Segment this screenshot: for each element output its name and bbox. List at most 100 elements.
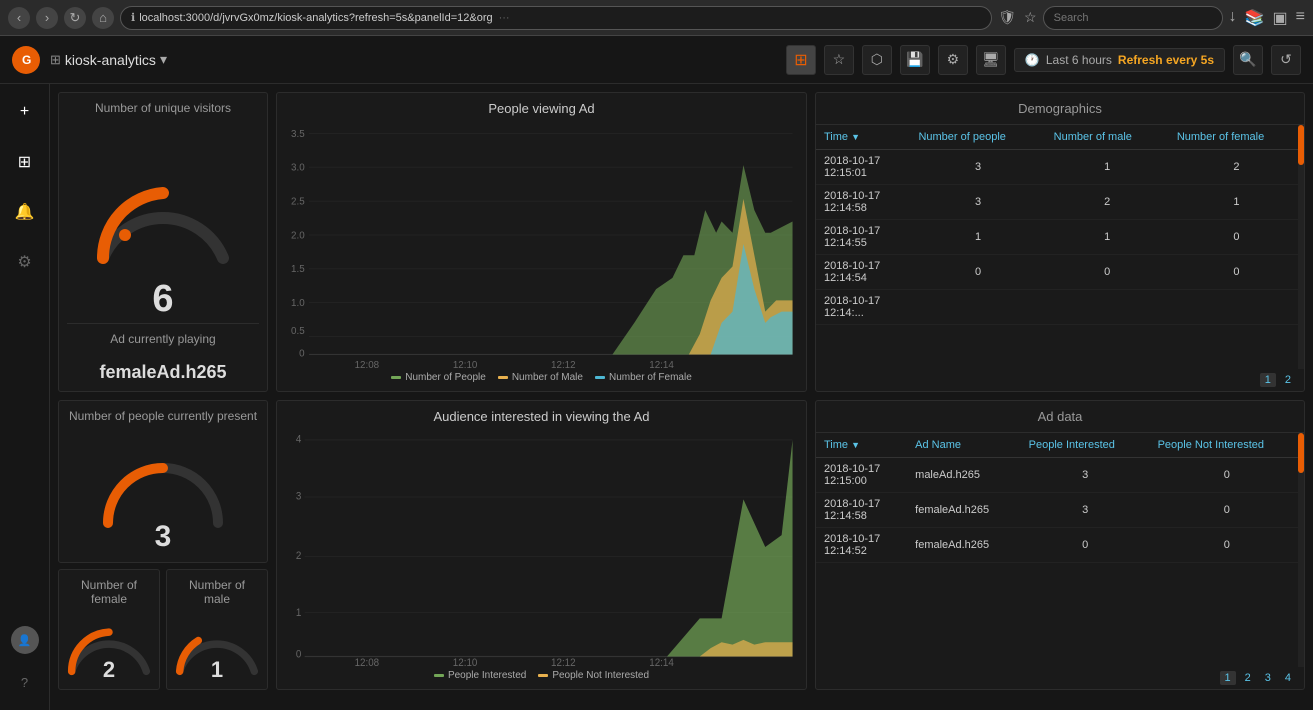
help-icon[interactable]: ? xyxy=(7,664,43,700)
demographics-scrollbar[interactable] xyxy=(1298,125,1304,369)
unique-visitors-title: Number of unique visitors xyxy=(67,101,259,115)
download-icon[interactable]: ↓ xyxy=(1229,8,1237,28)
cell-not-interested: 0 xyxy=(1150,458,1304,493)
ad-page-3-btn[interactable]: 3 xyxy=(1260,671,1276,685)
ad-data-scrollbar[interactable] xyxy=(1298,433,1304,667)
refresh-button[interactable]: ↺ xyxy=(1271,45,1301,75)
ad-col-name[interactable]: Ad Name xyxy=(907,433,1021,458)
cell-male: 1 xyxy=(1046,220,1169,255)
page-1-btn[interactable]: 1 xyxy=(1260,373,1276,387)
table-row: 2018-10-1712:14:52 femaleAd.h265 0 0 xyxy=(816,528,1304,563)
panel-present: Number of people currently present 3 xyxy=(58,400,268,563)
audience-chart: 4 3 2 1 0 12:08 12:10 12:12 12:14 xyxy=(285,428,798,666)
cell-interested: 0 xyxy=(1021,528,1150,563)
table-row: 2018-10-1712:14:54 0 0 0 xyxy=(816,255,1304,290)
search-button[interactable]: 🔍 xyxy=(1233,45,1263,75)
grafana-logo: G xyxy=(12,46,40,74)
female-title: Number of female xyxy=(67,578,151,606)
browser-icons: 🛡 ☆ xyxy=(998,9,1036,26)
demographics-scrollbar-thumb[interactable] xyxy=(1298,125,1304,165)
female-value: 2 xyxy=(103,657,115,683)
ad-page-1-btn[interactable]: 1 xyxy=(1220,671,1236,685)
col-people[interactable]: Number of people xyxy=(910,125,1045,150)
cell-ad-name: femaleAd.h265 xyxy=(907,493,1021,528)
svg-text:12:08: 12:08 xyxy=(355,658,380,666)
col-time[interactable]: Time ▼ xyxy=(816,125,910,150)
back-button[interactable]: ‹ xyxy=(8,7,30,29)
svg-text:12:14: 12:14 xyxy=(649,360,674,368)
svg-text:1.0: 1.0 xyxy=(291,298,305,309)
toolbar-actions: ⊞ ☆ ⬡ 💾 ⚙ 🖥 🕐 Last 6 hours Refresh every… xyxy=(786,45,1301,75)
cell-time: 2018-10-1712:14:58 xyxy=(816,493,907,528)
screen-button[interactable]: 🖥 xyxy=(976,45,1006,75)
settings-button[interactable]: ⚙ xyxy=(938,45,968,75)
ad-playing-value: femaleAd.h265 xyxy=(67,362,259,383)
bottom-left-panels: Number of people currently present 3 Num… xyxy=(58,400,268,690)
demographics-title: Demographics xyxy=(816,93,1304,125)
cell-not-interested: 0 xyxy=(1150,528,1304,563)
ad-data-scrollbar-thumb[interactable] xyxy=(1298,433,1304,473)
dashboard-name: kiosk-analytics xyxy=(65,52,156,68)
table-row: 2018-10-1712:14:58 3 2 1 xyxy=(816,185,1304,220)
sidebar-item-settings[interactable]: ⚙ xyxy=(7,244,43,280)
page-2-btn[interactable]: 2 xyxy=(1280,373,1296,387)
forward-button[interactable]: › xyxy=(36,7,58,29)
add-panel-button[interactable]: ⊞ xyxy=(786,45,816,75)
audience-title: Audience interested in viewing the Ad xyxy=(285,409,798,424)
url-text: localhost:3000/d/jvrvGx0mz/kiosk-analyti… xyxy=(139,12,492,24)
cell-male: 0 xyxy=(1046,255,1169,290)
cell-interested: 3 xyxy=(1021,493,1150,528)
star-icon[interactable]: ☆ xyxy=(1024,9,1037,26)
col-female[interactable]: Number of female xyxy=(1169,125,1304,150)
panel-ad-data: Ad data Time ▼ Ad Name People Interested… xyxy=(815,400,1305,690)
ad-page-2-btn[interactable]: 2 xyxy=(1240,671,1256,685)
svg-text:3: 3 xyxy=(296,491,302,502)
grafana-toolbar: G ⊞ kiosk-analytics ▾ ⊞ ☆ ⬡ 💾 ⚙ 🖥 🕐 Last… xyxy=(0,36,1313,84)
sidebar-item-add[interactable]: + xyxy=(7,94,43,130)
cell-ad-name: femaleAd.h265 xyxy=(907,528,1021,563)
svg-text:12:10: 12:10 xyxy=(453,360,478,368)
save-button[interactable]: 💾 xyxy=(900,45,930,75)
cell-female: 1 xyxy=(1169,185,1304,220)
cell-time: 2018-10-1712:14:58 xyxy=(816,185,910,220)
browser-bar: ‹ › ↻ ⌂ ℹ localhost:3000/d/jvrvGx0mz/kio… xyxy=(0,0,1313,36)
cell-time: 2018-10-1712:14:... xyxy=(816,290,910,325)
time-range-selector[interactable]: 🕐 Last 6 hours Refresh every 5s xyxy=(1014,48,1225,72)
sidebar-item-dashboard[interactable]: ⊞ xyxy=(7,144,43,180)
col-male[interactable]: Number of male xyxy=(1046,125,1169,150)
library-icon[interactable]: 📚 xyxy=(1245,8,1265,28)
menu-icon[interactable]: ≡ xyxy=(1296,8,1305,28)
svg-text:12:10: 12:10 xyxy=(453,658,478,666)
sort-arrow-time: ▼ xyxy=(851,132,860,142)
svg-text:3.0: 3.0 xyxy=(291,163,305,174)
table-row: 2018-10-1712:15:00 maleAd.h265 3 0 xyxy=(816,458,1304,493)
table-row: 2018-10-1712:14:... xyxy=(816,290,1304,325)
ad-col-time[interactable]: Time ▼ xyxy=(816,433,907,458)
star-button[interactable]: ☆ xyxy=(824,45,854,75)
svg-text:2.0: 2.0 xyxy=(291,230,305,241)
svg-text:12:14: 12:14 xyxy=(649,658,674,666)
cell-not-interested: 0 xyxy=(1150,493,1304,528)
ad-playing-title: Ad currently playing xyxy=(67,332,259,346)
ad-page-4-btn[interactable]: 4 xyxy=(1280,671,1296,685)
table-row: 2018-10-1712:14:58 femaleAd.h265 3 0 xyxy=(816,493,1304,528)
title-dropdown-arrow[interactable]: ▾ xyxy=(160,51,167,68)
panel-female: Number of female 2 xyxy=(58,569,160,690)
cell-male xyxy=(1046,290,1169,325)
share-button[interactable]: ⬡ xyxy=(862,45,892,75)
avatar[interactable]: 👤 xyxy=(11,626,39,654)
ad-col-interested[interactable]: People Interested xyxy=(1021,433,1150,458)
home-button[interactable]: ⌂ xyxy=(92,7,114,29)
ad-col-not-interested[interactable]: People Not Interested xyxy=(1150,433,1304,458)
table-row: 2018-10-1712:14:55 1 1 0 xyxy=(816,220,1304,255)
svg-text:12:12: 12:12 xyxy=(551,360,576,368)
legend-item-female: Number of Female xyxy=(595,372,692,383)
bookmark-icon[interactable]: 🛡 xyxy=(998,9,1016,26)
sidebar-item-alerts[interactable]: 🔔 xyxy=(7,194,43,230)
reload-button[interactable]: ↻ xyxy=(64,7,86,29)
sidebar-toggle-icon[interactable]: ▣ xyxy=(1273,8,1288,28)
url-bar[interactable]: ℹ localhost:3000/d/jvrvGx0mz/kiosk-analy… xyxy=(120,6,992,30)
cell-time: 2018-10-1712:14:55 xyxy=(816,220,910,255)
legend-item-male: Number of Male xyxy=(498,372,583,383)
browser-search-input[interactable] xyxy=(1043,6,1223,30)
